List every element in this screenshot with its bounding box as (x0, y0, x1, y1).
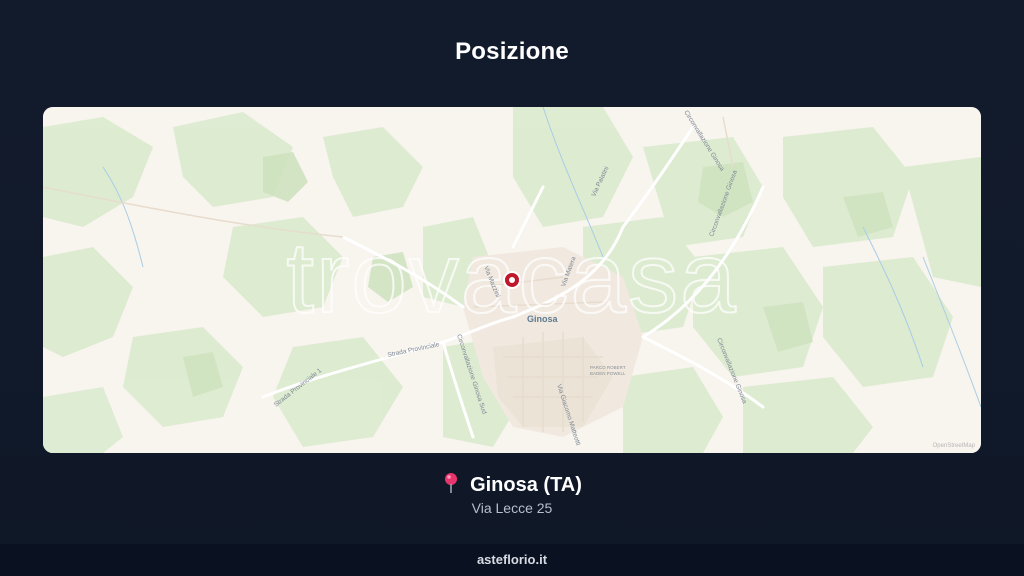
park-label: PARCO ROBERT (590, 365, 626, 370)
page-title: Posizione (455, 38, 569, 65)
round-pushpin-icon (445, 473, 458, 493)
map-attribution[interactable]: OpenStreetMap (933, 443, 976, 449)
map-canvas[interactable]: trovacasa Strada Provinciale Strada Prov… (43, 107, 981, 453)
footer: asteflorio.it (0, 544, 1024, 576)
footer-site[interactable]: asteflorio.it (477, 552, 547, 567)
location-city: Ginosa (TA) (470, 474, 582, 496)
map-marker-icon[interactable] (503, 271, 521, 289)
town-label: Ginosa (527, 314, 559, 324)
map-view[interactable]: trovacasa Strada Provinciale Strada Prov… (43, 107, 981, 453)
location-line: Ginosa (TA) (0, 472, 1024, 497)
location-address: Via Lecce 25 (471, 500, 553, 516)
park-label: BADEN POWELL (590, 371, 626, 376)
